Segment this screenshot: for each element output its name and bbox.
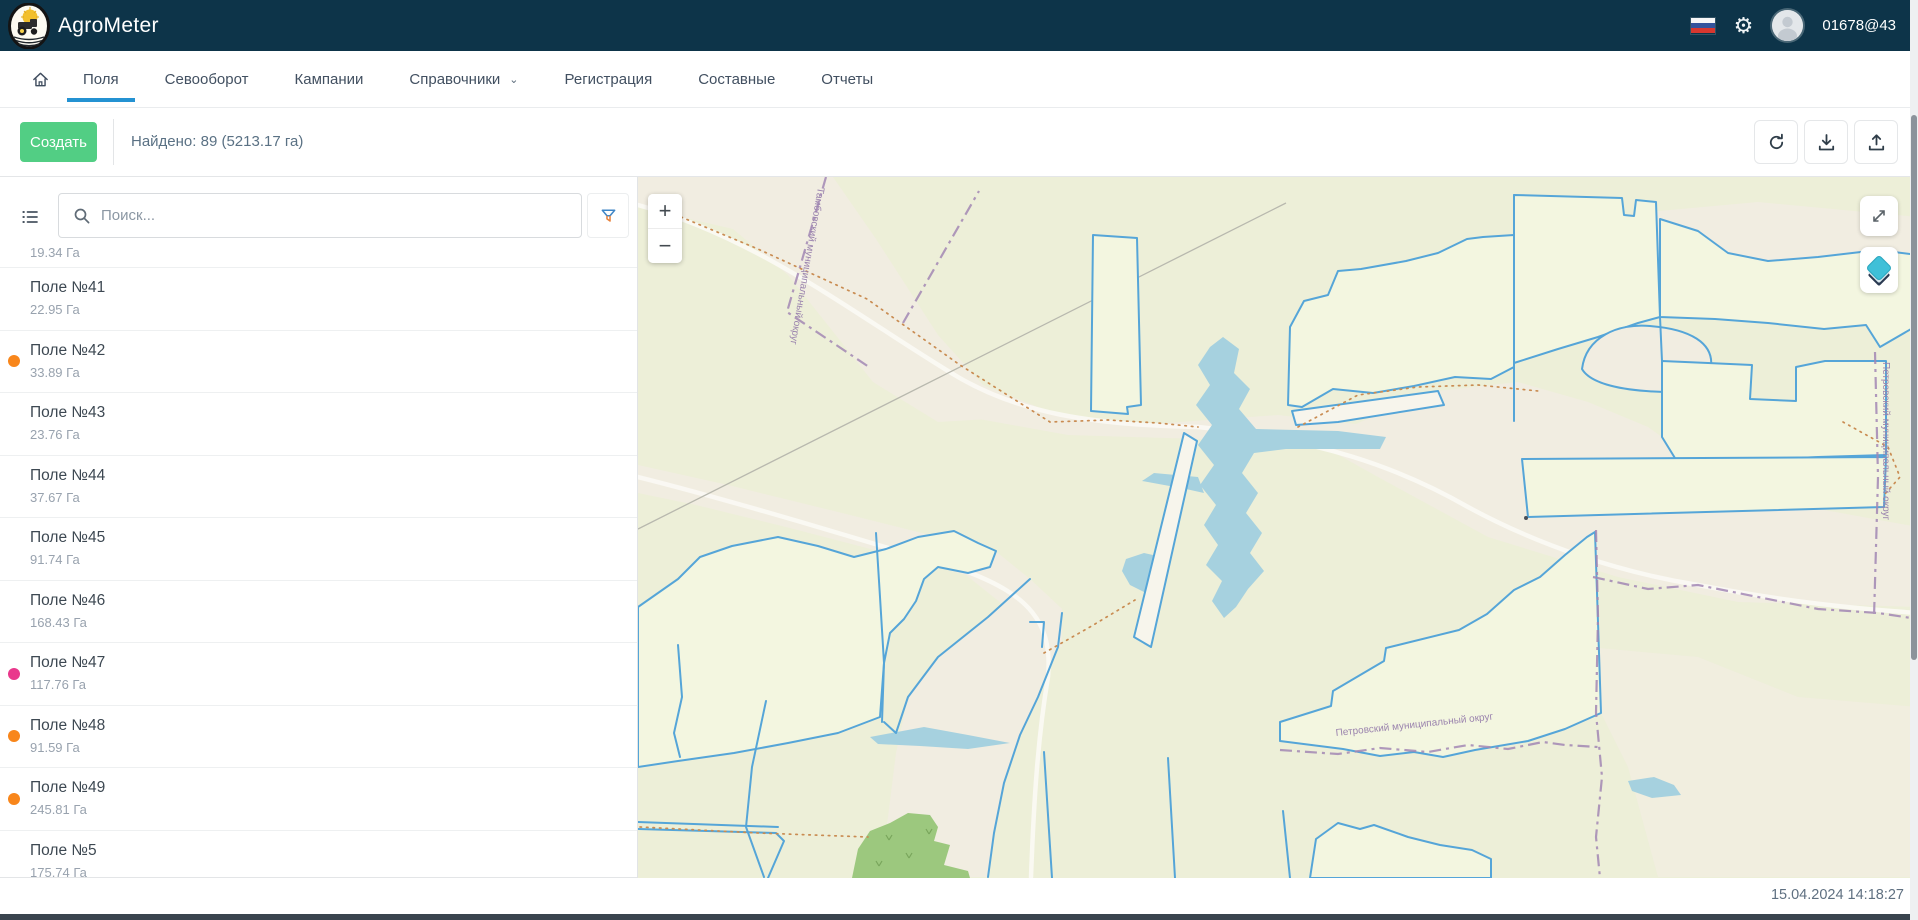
home-icon: [31, 70, 50, 89]
filter-button[interactable]: [587, 193, 629, 238]
field-status-dot: [8, 730, 20, 742]
upload-button[interactable]: [1854, 120, 1898, 164]
field-area: 23.76 Га: [30, 427, 80, 442]
field-area: 245.81 Га: [30, 802, 87, 817]
download-button[interactable]: [1804, 120, 1848, 164]
boundary-label-petrovsky-vertical: Петровский муниципальный округ: [1880, 362, 1891, 521]
field-area: 175.74 Га: [30, 865, 87, 878]
field-area: 117.76 Га: [30, 677, 86, 692]
bottom-bar: [0, 914, 1918, 920]
toolbar: Создать Найдено: 89 (5213.17 га): [0, 108, 1918, 177]
field-area: 91.74 Га: [30, 552, 80, 567]
field-status-dot: [8, 668, 20, 680]
map-fullscreen-button[interactable]: [1860, 196, 1898, 236]
field-name: Поле №5: [30, 842, 97, 860]
field-list-item[interactable]: 19.34 Га: [0, 240, 637, 268]
nav-tab-7[interactable]: Отчеты: [798, 51, 896, 108]
map-canvas[interactable]: Тамбовский муниципальный округ Петровски…: [638, 177, 1918, 878]
found-count-label: Найдено: 89 (5213.17 га): [131, 108, 303, 176]
field-name: Поле №43: [30, 404, 105, 422]
field-name: Поле №48: [30, 717, 105, 735]
app-title: AgroMeter: [58, 0, 159, 51]
field-list-panel: 19.34 Га Поле №41 22.95 Га Поле №42 33.8…: [0, 177, 638, 878]
create-button[interactable]: Создать: [20, 122, 97, 162]
refresh-icon: [1766, 132, 1787, 153]
zoom-out-button[interactable]: −: [648, 229, 682, 263]
field-area: 22.95 Га: [30, 302, 80, 317]
toolbar-divider: [113, 119, 114, 165]
upload-icon: [1866, 132, 1887, 153]
search-input[interactable]: [59, 194, 581, 237]
field-name: Поле №46: [30, 592, 105, 610]
field-name: Поле №45: [30, 529, 105, 547]
field-name: Поле №44: [30, 467, 105, 485]
nav-tab-6[interactable]: Составные: [675, 51, 798, 108]
language-flag-russia[interactable]: [1691, 18, 1715, 34]
page-scrollbar[interactable]: [1910, 0, 1918, 920]
field-name: Поле №47: [30, 654, 105, 672]
scrollbar-thumb[interactable]: [1911, 115, 1917, 660]
user-avatar[interactable]: [1772, 10, 1803, 41]
nav-tab-2[interactable]: Севооборот: [142, 51, 272, 108]
field-area: 37.67 Га: [30, 490, 80, 505]
app-window: AgroMeter ⚙ 01678@43 ПоляСевооборотКампа…: [0, 0, 1918, 920]
map-zoom-control: + −: [648, 194, 682, 263]
download-icon: [1816, 132, 1837, 153]
layers-icon: [1864, 253, 1894, 287]
home-tab[interactable]: [20, 51, 60, 108]
field-area: 19.34 Га: [30, 245, 80, 260]
field-name: Поле №41: [30, 279, 105, 297]
zoom-in-button[interactable]: +: [648, 194, 682, 228]
chevron-down-icon: ⌄: [509, 52, 518, 109]
field-list-item[interactable]: Поле №48 91.59 Га: [0, 706, 637, 769]
username-label: 01678@43: [1822, 17, 1896, 34]
field-list-item[interactable]: Поле №49 245.81 Га: [0, 768, 637, 831]
field-list-item[interactable]: Поле №42 33.89 Га: [0, 331, 637, 394]
list-icon: [20, 207, 40, 227]
field-list: 19.34 Га Поле №41 22.95 Га Поле №42 33.8…: [0, 240, 637, 877]
nav-tab-4[interactable]: Справочники⌄: [386, 51, 541, 108]
status-bar: 15.04.2024 14:18:27: [0, 878, 1918, 914]
field-list-item[interactable]: Поле №44 37.67 Га: [0, 456, 637, 519]
field-list-item[interactable]: Поле №5 175.74 Га: [0, 831, 637, 878]
app-logo: [8, 3, 50, 49]
map-timestamp: 15.04.2024 14:18:27: [1771, 878, 1904, 914]
field-name: Поле №49: [30, 779, 105, 797]
nav-tab-5[interactable]: Регистрация: [542, 51, 676, 108]
field-list-item[interactable]: Поле №45 91.74 Га: [0, 518, 637, 581]
app-header: AgroMeter ⚙ 01678@43: [0, 0, 1918, 51]
list-view-button[interactable]: [10, 195, 50, 238]
map-layers-button[interactable]: [1860, 247, 1898, 293]
nav-tab-3[interactable]: Кампании: [272, 51, 387, 108]
field-status-dot: [8, 793, 20, 805]
field-name: Поле №42: [30, 342, 105, 360]
expand-icon: [1870, 207, 1888, 225]
search-box: [58, 193, 582, 238]
nav-tabs: ПоляСевооборотКампанииСправочники⌄Регист…: [60, 51, 896, 108]
field-area: 91.59 Га: [30, 740, 80, 755]
refresh-button[interactable]: [1754, 120, 1798, 164]
field-status-dot: [8, 355, 20, 367]
field-list-item[interactable]: Поле №46 168.43 Га: [0, 581, 637, 644]
nav-tab-1[interactable]: Поля: [60, 51, 142, 108]
main-navigation: ПоляСевооборотКампанииСправочники⌄Регист…: [0, 51, 1918, 108]
field-area: 33.89 Га: [30, 365, 80, 380]
map-tiles: Тамбовский муниципальный округ Петровски…: [638, 177, 1918, 878]
field-area: 168.43 Га: [30, 615, 87, 630]
field-list-item[interactable]: Поле №47 117.76 Га: [0, 643, 637, 706]
settings-gear-icon[interactable]: ⚙: [1734, 15, 1754, 37]
filter-funnel-icon: [599, 206, 618, 225]
field-list-item[interactable]: Поле №43 23.76 Га: [0, 393, 637, 456]
field-list-item[interactable]: Поле №41 22.95 Га: [0, 268, 637, 331]
